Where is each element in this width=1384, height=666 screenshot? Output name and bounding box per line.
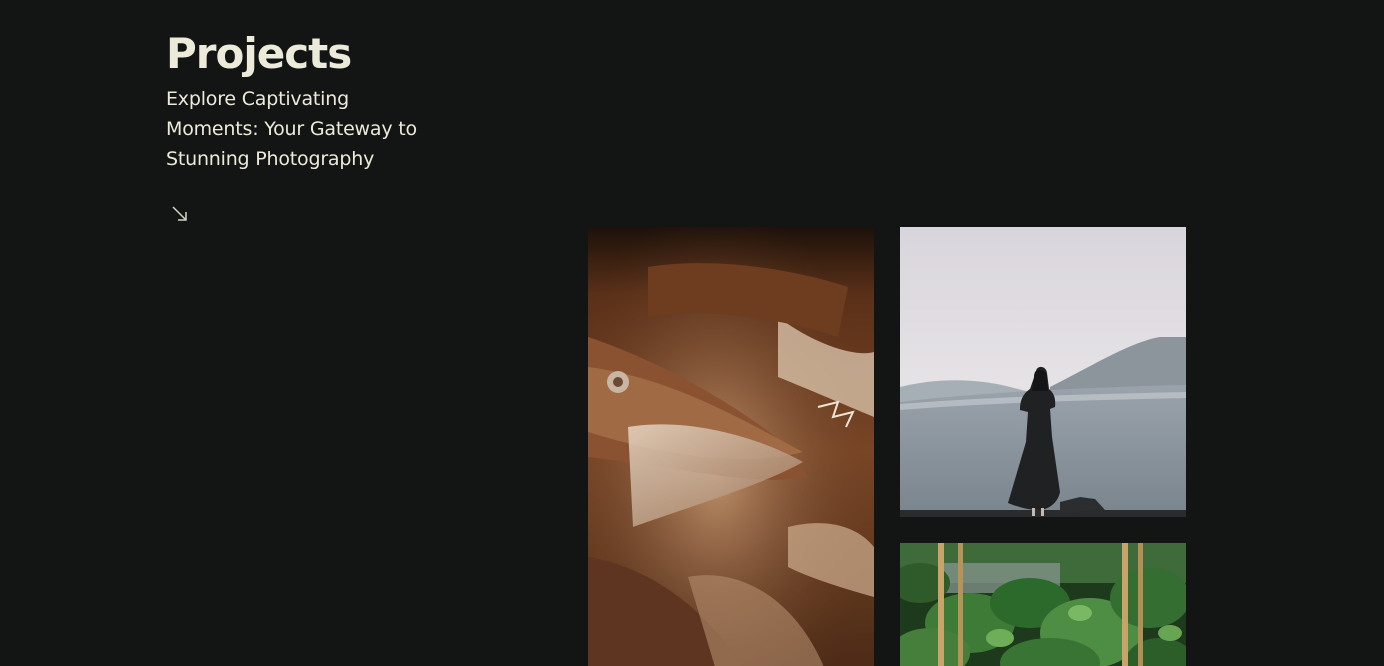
dried-fish-image bbox=[588, 227, 874, 666]
page-subtitle: Explore Captivating Moments: Your Gatewa… bbox=[166, 88, 417, 170]
gallery-photo-green-plants[interactable] bbox=[900, 543, 1186, 666]
woman-mountains-image bbox=[900, 227, 1186, 517]
projects-page: Projects Explore Captivating Moments: Yo… bbox=[0, 0, 1384, 666]
arrow-down-right-icon[interactable] bbox=[171, 205, 189, 223]
green-plants-image bbox=[900, 543, 1186, 666]
page-title: Projects bbox=[166, 29, 352, 78]
gallery-photo-dried-fish[interactable] bbox=[588, 227, 874, 666]
gallery-photo-woman-mountains[interactable] bbox=[900, 227, 1186, 517]
